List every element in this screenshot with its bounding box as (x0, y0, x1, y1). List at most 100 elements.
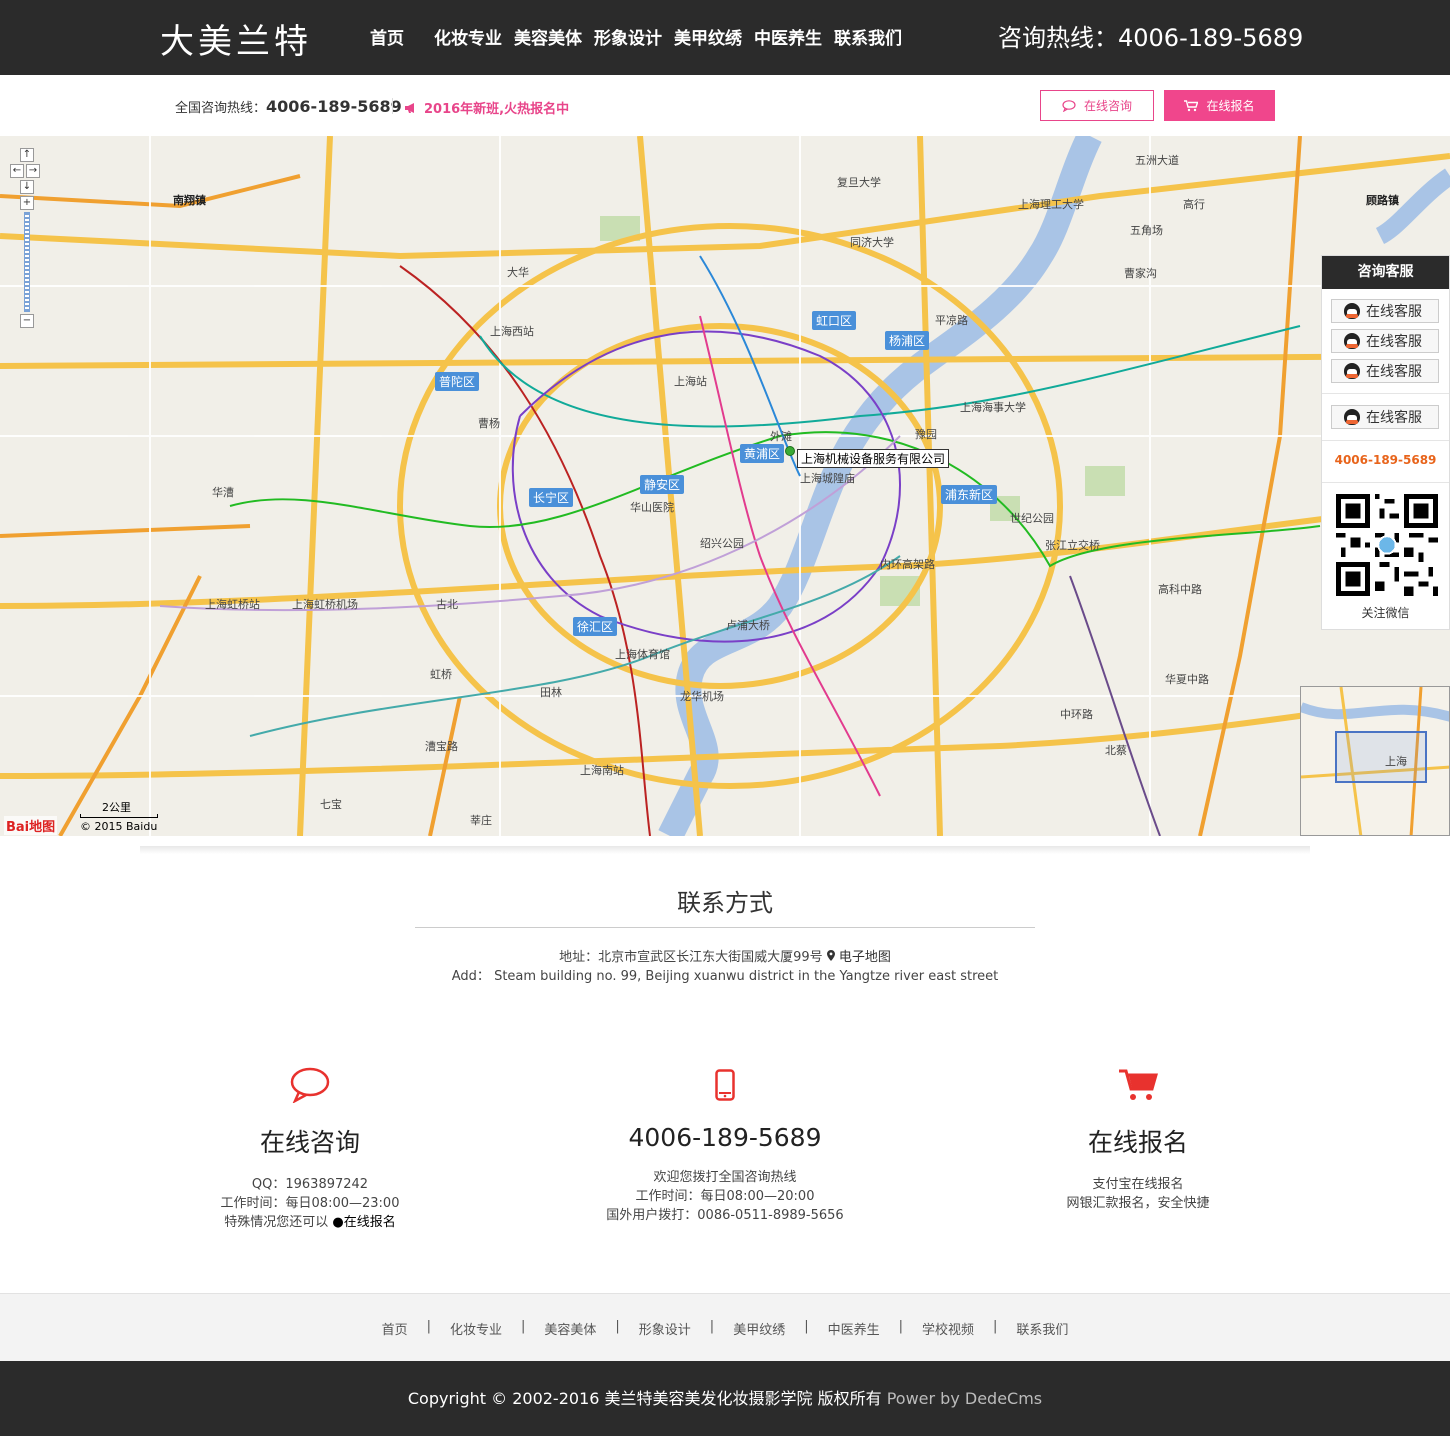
map-place: 田林 (540, 686, 562, 699)
district-badge: 浦东新区 (941, 485, 998, 504)
map-place: 南翔镇 (173, 194, 206, 207)
service-phone: 4006-189-5689 (1334, 453, 1437, 467)
shopping-cart-icon (1184, 99, 1199, 111)
map-place: 中环路 (1060, 708, 1093, 721)
map-place: 上海南站 (580, 764, 624, 777)
qq-penguin-icon (1344, 409, 1360, 425)
district-badge: 普陀区 (435, 372, 480, 391)
map-place: 绍兴公园 (700, 537, 744, 550)
footer-link-image-design[interactable]: 形象设计 (639, 1319, 691, 1338)
copyright-bar: Copyright © 2002-2016 美兰特美容美发化妆摄影学院 版权所有… (0, 1361, 1450, 1436)
map-place: 张江立交桥 (1045, 539, 1100, 552)
qq-penguin-icon (1344, 303, 1360, 319)
sub-bar: 全国咨询热线：4006-189-5689 2016年新班,火热报名中 在线咨询 … (0, 75, 1450, 136)
e-map-link[interactable]: 电子地图 (826, 950, 891, 965)
footer-separator: | (993, 1319, 998, 1334)
location-marker-icon[interactable] (785, 446, 795, 456)
footer-link-nail[interactable]: 美甲纹绣 (733, 1319, 785, 1338)
divider (1322, 393, 1449, 394)
shopping-cart-icon (1119, 1069, 1158, 1100)
map-place: 平凉路 (935, 314, 968, 327)
e-map-link-label: 电子地图 (838, 950, 891, 965)
service-button-label: 在线客服 (1366, 364, 1422, 380)
column-title: 在线报名 (1087, 1128, 1188, 1157)
online-enroll-label: 在线报名 (1206, 99, 1255, 113)
online-enroll-button[interactable]: 在线报名 (1164, 90, 1275, 121)
footer-link-videos[interactable]: 学校视频 (922, 1319, 974, 1338)
nav-beauty[interactable]: 美容美体 (514, 24, 594, 49)
divider (140, 846, 1310, 854)
mobile-phone-icon (715, 1069, 735, 1101)
sub-hotline-label: 全国咨询热线： (175, 101, 267, 116)
map-place: 七宝 (320, 798, 342, 811)
footer-nav: 首页 | 化妆专业 | 美容美体 | 形象设计 | 美甲纹绣 | 中医养生 | 学校视频 | … (0, 1293, 1450, 1361)
nav-home[interactable]: 首页 (370, 24, 434, 49)
map-place: 曹家沟 (1124, 267, 1157, 280)
online-service-button-4[interactable]: 在线客服 (1331, 405, 1439, 429)
service-panel-title: 咨询客服 (1322, 256, 1449, 289)
map-pin-icon (826, 950, 835, 961)
map-place: 上海西站 (490, 325, 534, 338)
column-line: 欢迎您拨打全国咨询热线 (653, 1170, 797, 1185)
map-place: 华山医院 (630, 501, 674, 514)
map-place: 五角场 (1130, 224, 1163, 237)
location-marker-label[interactable]: 上海机械设备服务有限公司 (797, 449, 950, 468)
zoom-out-button[interactable]: − (20, 314, 34, 328)
online-consult-button[interactable]: 在线咨询 (1040, 90, 1154, 121)
map-zoom-control[interactable]: ↑ ← → ↓ + − (10, 146, 40, 330)
column-line: QQ：1963897242 (251, 1177, 369, 1192)
map-place: 世纪公园 (1010, 512, 1054, 525)
column-title: 在线咨询 (259, 1128, 360, 1157)
nav-makeup[interactable]: 化妆专业 (434, 24, 514, 49)
wechat-qr-code-icon (1336, 494, 1438, 596)
pan-down-button[interactable]: ↓ (20, 180, 34, 194)
footer-link-contact[interactable]: 联系我们 (1016, 1319, 1068, 1338)
footer-link-home[interactable]: 首页 (382, 1319, 408, 1338)
baidu-map[interactable]: ↑ ← → ↓ + − 南翔镇 大华 上海西站 上海站 外滩 豫园 上海城隍庙 … (0, 136, 1450, 836)
power-by-link[interactable]: Power by DedeCms (887, 1389, 1042, 1408)
map-place: 顾路镇 (1366, 194, 1399, 207)
district-badge: 徐汇区 (573, 617, 618, 636)
service-button-label: 在线客服 (1366, 410, 1422, 426)
map-place: 虹桥 (430, 668, 452, 681)
enroll-column: 在线报名 支付宝在线报名 网银汇款报名，安全快捷 (988, 1065, 1288, 1213)
column-line: 支付宝在线报名 (1092, 1177, 1184, 1192)
pan-left-button[interactable]: ← (10, 164, 24, 178)
nav-tcm[interactable]: 中医养生 (754, 24, 834, 49)
overview-viewport[interactable] (1335, 731, 1427, 783)
map-place: 卢浦大桥 (726, 619, 770, 632)
pan-up-button[interactable]: ↑ (20, 148, 34, 162)
pan-right-button[interactable]: → (26, 164, 40, 178)
district-badge: 杨浦区 (885, 331, 930, 350)
footer-link-tcm[interactable]: 中医养生 (828, 1319, 880, 1338)
footer-link-beauty[interactable]: 美容美体 (544, 1319, 596, 1338)
nav-contact[interactable]: 联系我们 (834, 24, 914, 49)
qq-penguin-icon (1344, 363, 1360, 379)
map-place: 龙华机场 (680, 690, 724, 703)
news-ticker[interactable]: 2016年新班,火热报名中 (404, 98, 569, 117)
map-place: 莘庄 (470, 814, 492, 827)
site-logo[interactable]: 大美兰特 (160, 14, 312, 63)
column-text: 支付宝在线报名 网银汇款报名，安全快捷 (988, 1175, 1288, 1213)
special-text: 特殊情况您还可以 (224, 1215, 333, 1230)
online-service-button-2[interactable]: 在线客服 (1331, 329, 1439, 353)
map-place: 五洲大道 (1135, 154, 1179, 167)
map-place: 上海站 (674, 375, 707, 388)
footer-separator: | (615, 1319, 620, 1334)
map-overview[interactable]: 上海 (1300, 686, 1450, 836)
online-service-button-3[interactable]: 在线客服 (1331, 359, 1439, 383)
main-nav: 首页 化妆专业 美容美体 形象设计 美甲纹绣 中医养生 联系我们 (370, 24, 914, 49)
special-enroll-link[interactable]: ●在线报名 (332, 1215, 395, 1230)
divider (1322, 482, 1449, 483)
zoom-slider[interactable] (24, 212, 30, 312)
footer-separator: | (804, 1319, 809, 1334)
map-place: 复旦大学 (837, 176, 881, 189)
footer-link-makeup[interactable]: 化妆专业 (450, 1319, 502, 1338)
online-service-button-1[interactable]: 在线客服 (1331, 299, 1439, 323)
zoom-in-button[interactable]: + (20, 196, 34, 210)
contact-address: 地址：北京市宣武区长江东大街国威大厦99号 电子地图 (0, 946, 1450, 965)
nav-image-design[interactable]: 形象设计 (594, 24, 674, 49)
column-text: 欢迎您拨打全国咨询热线 工作时间：每日08:00—20:00 国外用户拨打：00… (575, 1168, 875, 1225)
nav-nail[interactable]: 美甲纹绣 (674, 24, 754, 49)
consult-column: 在线咨询 QQ：1963897242 工作时间：每日08:00—23:00 特殊… (160, 1065, 460, 1232)
